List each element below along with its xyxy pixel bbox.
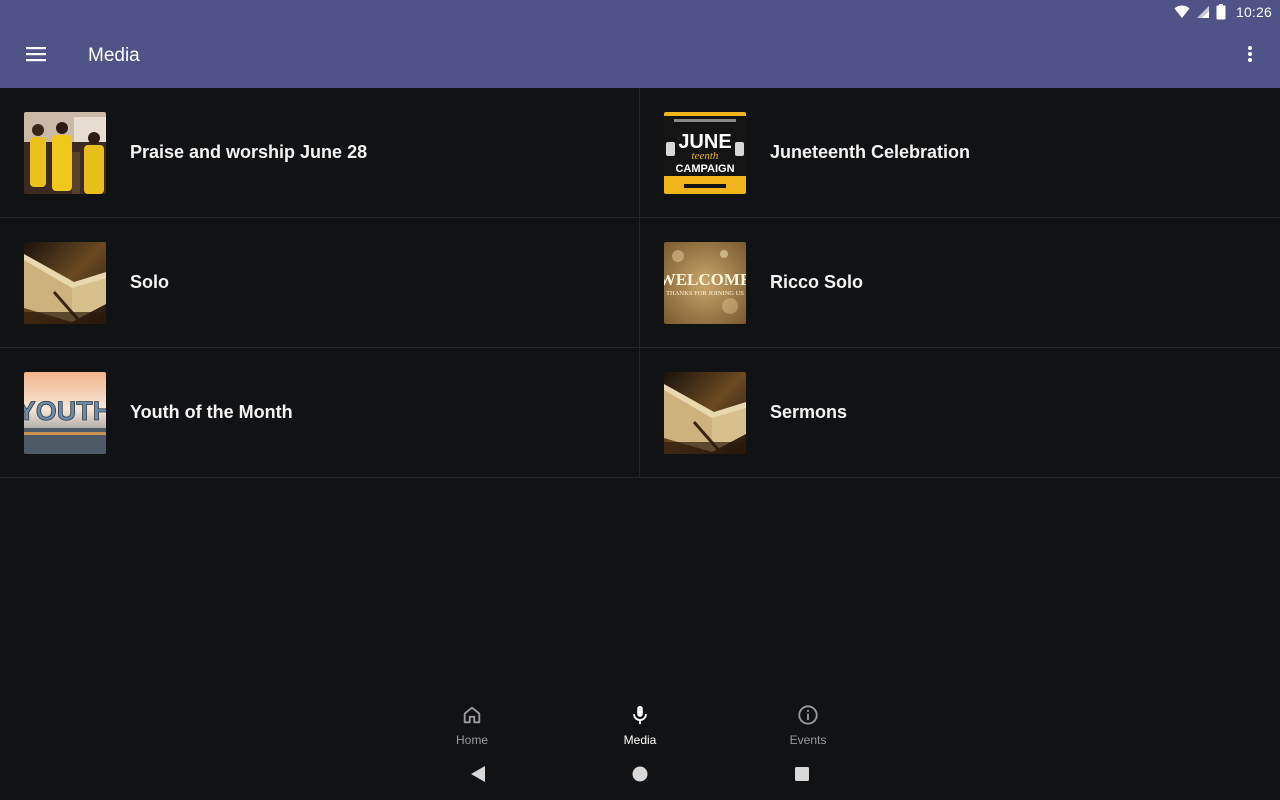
media-item-title: Praise and worship June 28 <box>130 142 368 162</box>
youth-banner-text: YOUTH <box>24 396 106 426</box>
nav-label-events: Events <box>789 733 827 747</box>
system-navigation-bar <box>0 752 1280 800</box>
wifi-icon <box>1174 5 1190 19</box>
media-item-ricco-solo[interactable]: WELCOME THANKS FOR JOINING US Ricco Solo <box>640 218 1280 348</box>
hamburger-menu-icon <box>26 46 46 67</box>
media-item-title: Sermons <box>770 402 848 422</box>
media-item-solo[interactable]: Solo <box>0 218 640 348</box>
info-icon <box>797 704 819 731</box>
open-bible-thumbnail <box>24 241 106 324</box>
welcome-card-thumbnail: WELCOME THANKS FOR JOINING US <box>664 241 746 324</box>
system-back-button[interactable] <box>397 752 559 800</box>
nav-item-events[interactable]: Events <box>724 696 892 752</box>
media-item-title: Solo <box>130 272 169 292</box>
media-grid: Praise and worship June 28 JUNE teenth C… <box>0 88 1280 478</box>
welcome-text: WELCOME <box>664 270 746 289</box>
media-item-title: Juneteenth Celebration <box>770 142 971 162</box>
bottom-navigation: Home Media Events <box>0 696 1280 752</box>
home-circle-icon <box>632 766 648 787</box>
app-bar: Media <box>0 24 1280 88</box>
system-home-button[interactable] <box>559 752 721 800</box>
media-item-sermons[interactable]: Sermons <box>640 348 1280 478</box>
system-recents-button[interactable] <box>721 752 883 800</box>
choir-photo-thumbnail <box>24 111 106 194</box>
youth-banner-thumbnail: YOUTH <box>24 371 106 454</box>
cell-signal-icon <box>1196 5 1210 19</box>
nav-item-media[interactable]: Media <box>556 696 724 752</box>
media-item-juneteenth-celebration[interactable]: JUNE teenth CAMPAIGN Juneteenth Celebrat… <box>640 88 1280 218</box>
overflow-menu-button[interactable] <box>1238 24 1262 88</box>
status-bar: 10:26 <box>0 0 1280 24</box>
home-icon <box>461 704 483 731</box>
nav-label-home: Home <box>455 733 488 747</box>
recents-icon <box>794 766 810 787</box>
battery-icon <box>1216 4 1226 20</box>
microphone-icon <box>629 704 651 731</box>
status-time: 10:26 <box>1235 4 1272 20</box>
flyer-teenth-text: teenth <box>692 150 719 162</box>
media-item-title: Ricco Solo <box>770 272 864 292</box>
flyer-campaign-text: CAMPAIGN <box>675 163 734 175</box>
navigation-drawer-button[interactable] <box>0 24 72 88</box>
juneteenth-flyer-thumbnail: JUNE teenth CAMPAIGN <box>664 111 746 194</box>
open-bible-thumbnail <box>664 371 746 454</box>
media-item-youth-of-the-month[interactable]: YOUTH Youth of the Month <box>0 348 640 478</box>
page-title: Media <box>88 45 140 66</box>
nav-label-media: Media <box>623 733 657 747</box>
nav-item-home[interactable]: Home <box>388 696 556 752</box>
media-item-title: Youth of the Month <box>130 402 293 422</box>
more-vert-icon <box>1248 45 1252 67</box>
welcome-subtext: THANKS FOR JOINING US <box>666 290 744 297</box>
back-icon <box>470 765 486 788</box>
media-item-praise-and-worship[interactable]: Praise and worship June 28 <box>0 88 640 218</box>
